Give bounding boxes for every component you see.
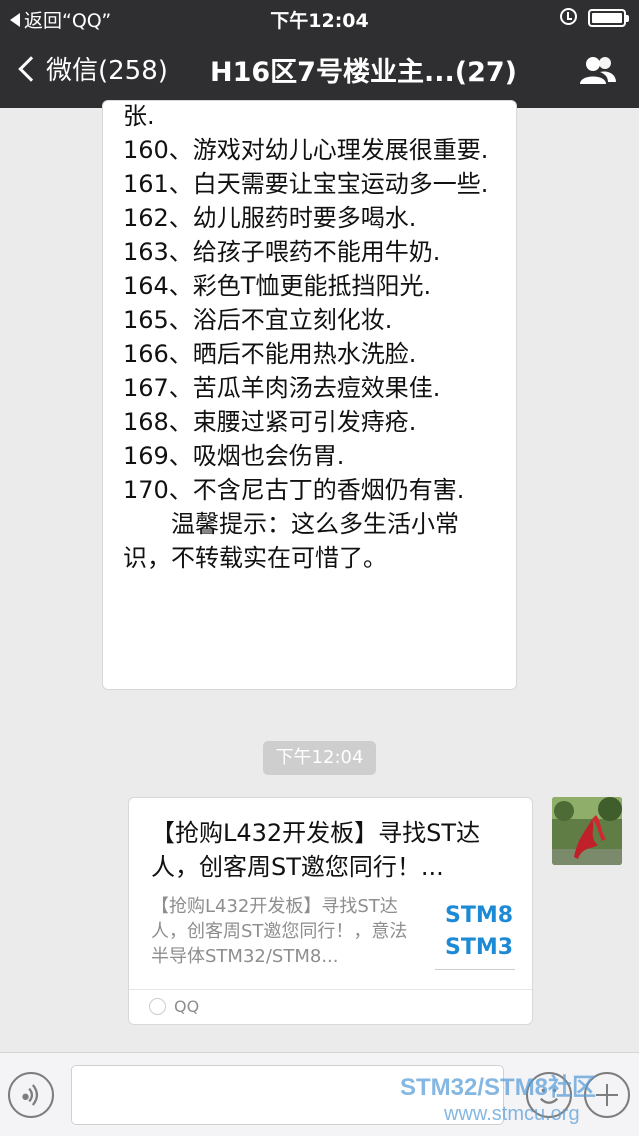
message-line: 温馨提示：这么多生活小常识，不转载实在可惜了。 [123, 510, 459, 572]
nav-bar: 微信(258) H16区7号楼业主...(27) [0, 40, 639, 104]
link-card-description: 【抢购L432开发板】寻找ST达人，创客周ST邀您同行！，意法半导体STM32/… [151, 896, 408, 967]
message-line: 163、给孩子喂药不能用牛奶. [123, 238, 441, 266]
status-time: 下午12:04 [270, 10, 369, 32]
alarm-icon [560, 8, 577, 25]
top-bar: 返回“QQ” 下午12:04 微信(258) H16区7号楼业主...(27) [0, 0, 639, 108]
watermark: STM32/STM8社区 www.stmcu.org [400, 1074, 636, 1126]
chat-title: H16区7号楼业主...(27) [210, 57, 517, 88]
thumb-text-2: STM3 [445, 935, 514, 960]
message-text: 张. 160、游戏对幼儿心理发展很重要. 161、白天需要让宝宝运动多一些. 162、… [123, 101, 503, 575]
sender-avatar[interactable] [552, 797, 622, 865]
voice-input-button[interactable] [8, 1072, 54, 1118]
message-line: 160、游戏对幼儿心理发展很重要. [123, 136, 489, 164]
card-divider [129, 989, 532, 990]
message-line: 168、束腰过紧可引发痔疮. [123, 408, 417, 436]
message-line: 165、浴后不宜立刻化妆. [123, 306, 393, 334]
link-card-title: 【抢购L432开发板】寻找ST达人，创客周ST邀您同行！... [151, 819, 481, 881]
message-line: 164、彩色T恤更能抵挡阳光. [123, 272, 432, 300]
message-bubble-text[interactable]: 张. 160、游戏对幼儿心理发展很重要. 161、白天需要让宝宝运动多一些. 162、… [102, 100, 517, 690]
thumb-text-1: STM8 [445, 903, 514, 928]
message-line: 161、白天需要让宝宝运动多一些. [123, 170, 489, 198]
chevron-left-icon [18, 55, 44, 82]
source-label: QQ [174, 997, 200, 1016]
status-bar: 返回“QQ” 下午12:04 [0, 0, 639, 36]
message-line: 张. [123, 102, 155, 130]
message-line: 167、苦瓜羊肉汤去痘效果佳. [123, 374, 441, 402]
nav-back-button[interactable]: 微信(258) [14, 50, 168, 87]
watermark-line-2: www.stmcu.org [444, 1103, 580, 1125]
message-line: 162、幼儿服药时要多喝水. [123, 204, 417, 232]
source-icon [149, 998, 166, 1015]
message-line: 166、晒后不能用热水洗脸. [123, 340, 417, 368]
group-members-icon[interactable] [578, 54, 618, 88]
timestamp-chip: 下午12:04 [263, 741, 376, 775]
link-card-thumbnail: STM8 STM3 [435, 896, 515, 970]
battery-icon [588, 9, 629, 27]
link-card-message[interactable]: 【抢购L432开发板】寻找ST达人，创客周ST邀您同行！... 【抢购L432开… [128, 797, 533, 1025]
nav-back-label: 微信(258) [46, 56, 168, 86]
link-card-source: QQ [149, 997, 199, 1016]
message-line: 169、吸烟也会伤胃. [123, 442, 345, 470]
message-line: 170、不含尼古丁的香烟仍有害. [123, 476, 465, 504]
watermark-line-1: STM32/STM8社区 [400, 1074, 597, 1101]
